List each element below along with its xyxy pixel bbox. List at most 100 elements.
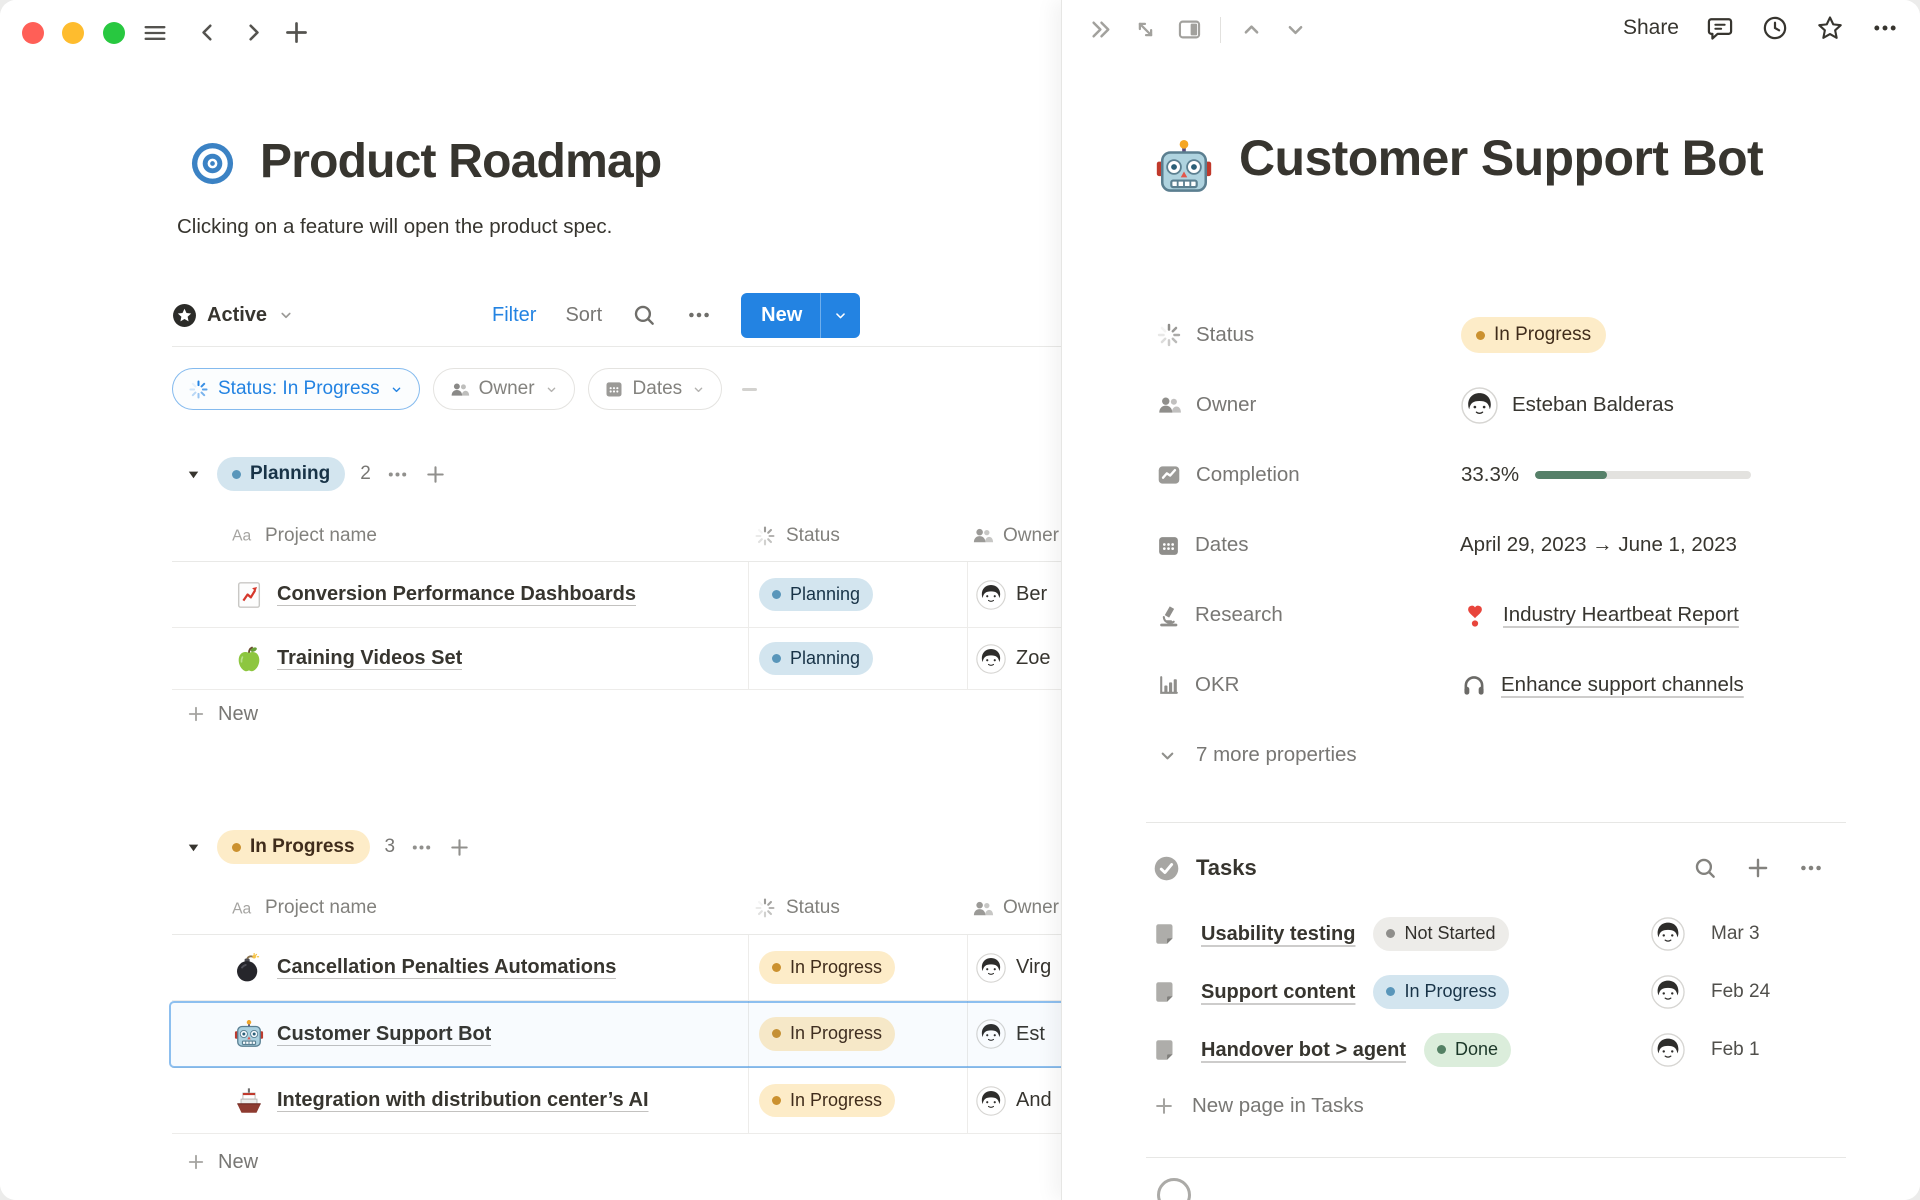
owner-name: Est: [1016, 1023, 1045, 1046]
new-button[interactable]: New: [741, 293, 860, 338]
property-row-okr[interactable]: OKR Enhance support channels: [1062, 650, 1920, 720]
group-more-icon[interactable]: [410, 836, 433, 859]
more-options-icon[interactable]: [686, 302, 712, 328]
property-row-status[interactable]: Status In Progress: [1062, 300, 1920, 370]
status-pill[interactable]: In Progress: [759, 1084, 895, 1117]
owner-name: Ber: [1016, 583, 1047, 606]
research-page-link[interactable]: Industry Heartbeat Report: [1503, 603, 1739, 627]
okr-page-link[interactable]: Enhance support channels: [1501, 673, 1744, 697]
open-full-page-icon[interactable]: [1132, 16, 1159, 43]
add-task-icon[interactable]: [1745, 855, 1771, 881]
avatar: [976, 1019, 1006, 1049]
task-title[interactable]: Handover bot > agent: [1201, 1039, 1406, 1062]
column-header-owner[interactable]: Owner: [1003, 525, 1059, 547]
task-row[interactable]: Usability testing Not Started Mar 3: [1062, 905, 1920, 963]
more-properties-button[interactable]: 7 more properties: [1156, 732, 1357, 778]
zoom-window-button[interactable]: [103, 22, 125, 44]
task-title[interactable]: Support content: [1201, 981, 1355, 1004]
back-icon[interactable]: [194, 19, 221, 46]
favorite-star-icon[interactable]: [1816, 14, 1844, 42]
task-row[interactable]: Handover bot > agent Done Feb 1: [1062, 1021, 1920, 1079]
new-page-in-tasks-button[interactable]: New page in Tasks: [1153, 1077, 1364, 1135]
status-dot: [772, 1029, 781, 1038]
column-header-status[interactable]: Status: [786, 525, 840, 547]
sidebar-menu-icon[interactable]: [141, 19, 169, 47]
new-button-label[interactable]: New: [741, 293, 820, 338]
filter-chip-dates[interactable]: Dates: [588, 368, 723, 410]
project-title[interactable]: Integration with distribution center’s A…: [277, 1089, 649, 1112]
more-options-icon[interactable]: [1798, 855, 1824, 881]
avatar: [1651, 975, 1685, 1009]
table-row[interactable]: Integration with distribution center’s A…: [172, 1068, 1061, 1134]
property-row-completion[interactable]: Completion 33.3%: [1062, 440, 1920, 510]
view-tab-active[interactable]: Active: [172, 292, 295, 338]
task-row[interactable]: Support content In Progress Feb 24: [1062, 963, 1920, 1021]
forward-icon[interactable]: [240, 19, 267, 46]
group-toggle-icon[interactable]: [185, 466, 202, 483]
filter-chip-status[interactable]: Status: In Progress: [172, 368, 420, 410]
status-pill[interactable]: Planning: [759, 578, 873, 611]
table-row-selected[interactable]: Customer Support Bot In Progress Est: [172, 1001, 1061, 1068]
page-icon-robot[interactable]: [1155, 138, 1213, 196]
property-label: OKR: [1195, 673, 1460, 697]
task-title[interactable]: Usability testing: [1201, 923, 1355, 946]
updates-clock-icon[interactable]: [1761, 14, 1789, 42]
new-row-button[interactable]: New: [172, 1134, 1061, 1190]
next-page-chevron-icon[interactable]: [1282, 16, 1309, 43]
new-button-chevron-icon[interactable]: [821, 293, 860, 338]
project-title[interactable]: Training Videos Set: [277, 647, 462, 670]
table-row[interactable]: Conversion Performance Dashboards Planni…: [172, 562, 1061, 628]
tasks-circle-check-icon: [1153, 855, 1180, 882]
status-label: In Progress: [790, 1089, 882, 1112]
task-status-pill[interactable]: Not Started: [1373, 917, 1508, 950]
completion-percent: 33.3%: [1461, 463, 1519, 487]
share-button[interactable]: Share: [1623, 16, 1679, 40]
status-dot: [232, 843, 241, 852]
search-icon[interactable]: [1692, 855, 1718, 881]
minimize-window-button[interactable]: [62, 22, 84, 44]
tasks-section-title[interactable]: Tasks: [1196, 855, 1257, 881]
group-add-icon[interactable]: [424, 463, 447, 486]
previous-page-chevron-icon[interactable]: [1238, 16, 1265, 43]
project-title[interactable]: Cancellation Penalties Automations: [277, 956, 616, 979]
search-icon[interactable]: [631, 302, 657, 328]
property-row-research[interactable]: Research Industry Heartbeat Report: [1062, 580, 1920, 650]
property-row-owner[interactable]: Owner Esteban Balderas: [1062, 370, 1920, 440]
group-toggle-icon[interactable]: [185, 839, 202, 856]
group-add-icon[interactable]: [448, 836, 471, 859]
close-window-button[interactable]: [22, 22, 44, 44]
column-header-owner[interactable]: Owner: [1003, 897, 1059, 919]
page-icon-bullseye[interactable]: [189, 140, 236, 187]
status-pill[interactable]: In Progress: [1461, 317, 1606, 354]
project-title[interactable]: Conversion Performance Dashboards: [277, 583, 636, 606]
column-header-name[interactable]: Project name: [265, 897, 377, 919]
status-pill[interactable]: In Progress: [759, 1017, 895, 1050]
status-label: In Progress: [1494, 323, 1591, 348]
group-more-icon[interactable]: [386, 463, 409, 486]
side-peek-mode-icon[interactable]: [1176, 16, 1203, 43]
comments-icon[interactable]: [1706, 14, 1734, 42]
group-pill-planning[interactable]: Planning: [217, 457, 345, 492]
close-peek-double-chevron-icon[interactable]: [1088, 16, 1115, 43]
status-pill[interactable]: In Progress: [759, 951, 895, 984]
page-description[interactable]: Clicking on a feature will open the prod…: [177, 215, 612, 239]
filter-chip-owner[interactable]: Owner: [433, 368, 575, 410]
peek-page-title[interactable]: Customer Support Bot: [1239, 120, 1829, 196]
property-row-dates[interactable]: Dates April 29, 2023 → June 1, 2023: [1062, 510, 1920, 580]
status-pill[interactable]: Planning: [759, 642, 873, 675]
table-row[interactable]: Training Videos Set Planning Zoe: [172, 628, 1061, 690]
column-header-status[interactable]: Status: [786, 897, 840, 919]
avatar: [1651, 917, 1685, 951]
filter-button[interactable]: Filter: [492, 304, 536, 327]
new-row-button[interactable]: New: [172, 690, 1061, 738]
task-status-pill[interactable]: In Progress: [1373, 975, 1509, 1008]
column-header-name[interactable]: Project name: [265, 525, 377, 547]
task-status-pill[interactable]: Done: [1424, 1033, 1511, 1066]
table-row[interactable]: Cancellation Penalties Automations In Pr…: [172, 935, 1061, 1001]
sort-button[interactable]: Sort: [565, 304, 602, 327]
new-tab-icon[interactable]: [282, 18, 311, 47]
project-title[interactable]: Customer Support Bot: [277, 1023, 491, 1046]
more-options-icon[interactable]: [1871, 14, 1899, 42]
group-pill-in-progress[interactable]: In Progress: [217, 830, 370, 865]
group-header-in-progress: In Progress 3: [185, 825, 471, 869]
